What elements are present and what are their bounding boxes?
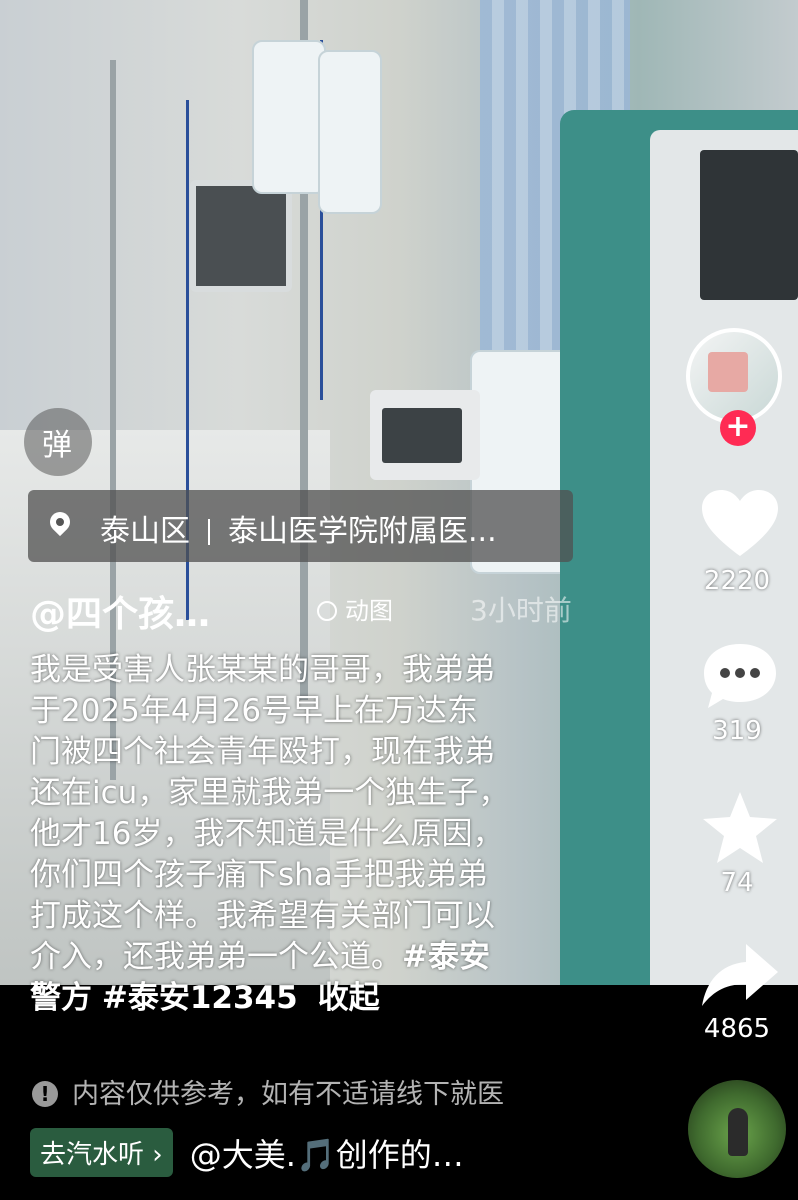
- location-text: 泰山区 泰山医学院附属医...: [100, 506, 497, 550]
- caption-line: 于2025年4月26号早上在万达东: [30, 693, 479, 729]
- infusion-pump: [370, 390, 480, 480]
- like-count: 2220: [703, 566, 771, 596]
- action-rail: + 2220 319 74 4865: [682, 0, 798, 1200]
- follow-button[interactable]: +: [720, 410, 756, 446]
- caption-line: 我是受害人张某某的哥哥，我弟弟: [30, 652, 495, 688]
- comment-count: 319: [712, 716, 762, 746]
- location-tag[interactable]: 泰山区 泰山医学院附属医...: [28, 490, 573, 562]
- location-divider: [208, 519, 210, 545]
- post-time: 3小时前: [470, 594, 572, 627]
- caption-line: 还在icu，家里就我弟一个独生子，: [30, 775, 510, 811]
- share-icon[interactable]: [700, 940, 780, 1010]
- author-name[interactable]: @四个孩…: [30, 594, 210, 635]
- danmu-label: 弹: [42, 428, 72, 463]
- caption-line: 介入，还我弟弟一个公道。#泰安: [30, 937, 590, 978]
- chevron-right-icon: ›: [152, 1140, 163, 1170]
- patient-monitor: [190, 180, 292, 292]
- music-title[interactable]: @大美.🎵创作的…: [190, 1130, 464, 1176]
- motion-badge: 动图: [317, 591, 393, 626]
- caption-text: 介入，还我弟弟一个公道。: [30, 939, 402, 975]
- caption-line: 你们四个孩子痛下sha手把我弟弟: [30, 857, 488, 893]
- music-row: 去汽水听 › @大美.🎵创作的…: [30, 1128, 464, 1177]
- hashtag-taian-police[interactable]: 警方: [30, 980, 92, 1016]
- caption-line: 他才16岁，我不知道是什么原因，: [30, 816, 504, 852]
- motion-label: 动图: [345, 597, 393, 625]
- hashtag-taian-12345[interactable]: #泰安12345: [102, 980, 298, 1016]
- author-row: @四个孩… 动图 3小时前: [30, 585, 572, 635]
- hashtag-taian-police[interactable]: #泰安: [402, 939, 490, 975]
- iv-bag: [252, 40, 326, 194]
- collapse-button[interactable]: 收起: [318, 980, 380, 1016]
- music-disc[interactable]: [688, 1080, 786, 1178]
- location-place: 泰山医学院附属医...: [228, 514, 497, 549]
- info-icon: !: [32, 1081, 58, 1107]
- location-pin-icon: [45, 507, 75, 537]
- caption-line: 警方 #泰安12345 收起: [30, 978, 590, 1019]
- post-caption: 我是受害人张某某的哥哥，我弟弟 于2025年4月26号早上在万达东 门被四个社会…: [30, 650, 590, 1019]
- caption-line: 门被四个社会青年殴打，现在我弟: [30, 734, 495, 770]
- iv-bag: [318, 50, 382, 214]
- video-screen[interactable]: 弹 泰山区 泰山医学院附属医... @四个孩… 动图 3小时前 我是受害人张某某的…: [0, 0, 798, 1200]
- comment-icon[interactable]: [700, 640, 780, 712]
- qishui-button[interactable]: 去汽水听 ›: [30, 1128, 173, 1177]
- share-count: 4865: [703, 1014, 771, 1044]
- location-district: 泰山区: [100, 514, 190, 549]
- motion-icon: [317, 601, 337, 621]
- danmu-button[interactable]: 弹: [24, 408, 92, 476]
- heart-icon[interactable]: [700, 488, 780, 560]
- disclaimer-text: 内容仅供参考，如有不适请线下就医: [72, 1079, 504, 1110]
- star-icon[interactable]: [700, 790, 780, 866]
- disclaimer: ! 内容仅供参考，如有不适请线下就医: [32, 1072, 504, 1111]
- favorite-count: 74: [720, 868, 754, 898]
- caption-line: 打成这个样。我希望有关部门可以: [30, 898, 495, 934]
- qishui-label: 去汽水听: [40, 1140, 145, 1170]
